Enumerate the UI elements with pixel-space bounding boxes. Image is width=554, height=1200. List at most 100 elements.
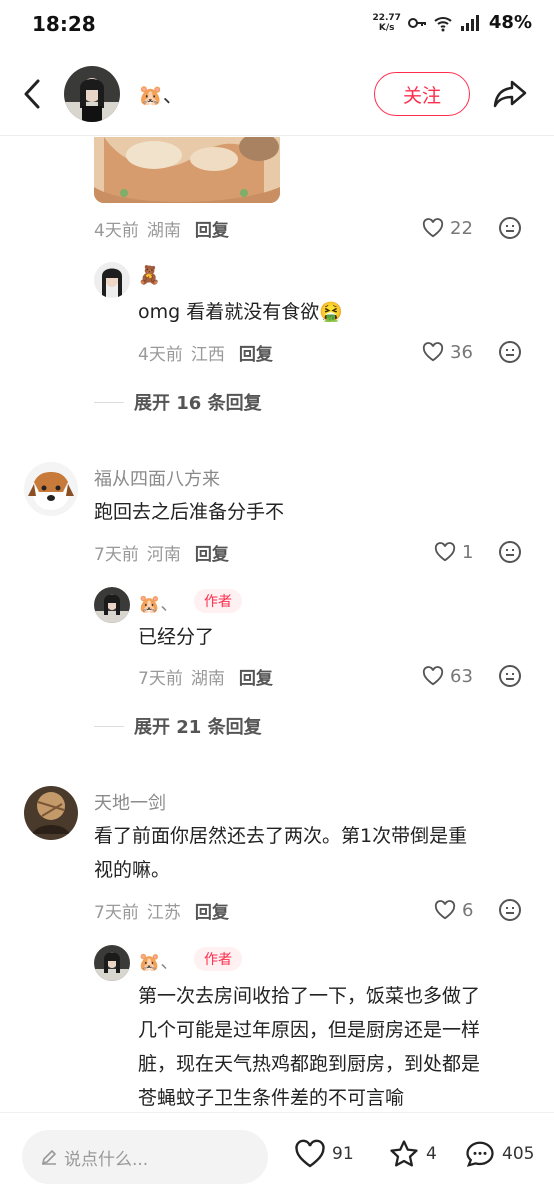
reply-username[interactable]: 🧸 <box>138 265 160 286</box>
like-button[interactable]: 1 <box>434 537 473 567</box>
like-button[interactable]: 36 <box>422 337 473 367</box>
author-avatar[interactable] <box>64 66 120 122</box>
share-button[interactable] <box>488 74 532 114</box>
comment-text-line: 视的嘛。 <box>94 859 171 881</box>
comment-input[interactable]: 说点什么... <box>22 1130 268 1184</box>
follow-button[interactable]: 关注 <box>374 72 470 116</box>
star-icon <box>390 1140 418 1167</box>
status-indicators: 22.77 K/s 48% <box>372 12 532 33</box>
comment-time: 7天前 <box>94 544 139 565</box>
comment-button[interactable]: 405 <box>464 1139 534 1169</box>
like-count: 6 <box>462 899 474 921</box>
top-nav: 🐹、 关注 <box>0 52 554 136</box>
like-button[interactable]: 6 <box>434 895 473 925</box>
avatar-image <box>94 262 130 298</box>
wifi-icon <box>434 16 452 31</box>
like-count: 36 <box>450 341 473 363</box>
divider <box>94 401 124 403</box>
reply-button[interactable]: 回复 <box>195 540 229 565</box>
collect-button[interactable]: 4 <box>388 1139 437 1169</box>
reply-button[interactable]: 回复 <box>239 664 273 689</box>
comment-location: 江苏 <box>146 902 181 923</box>
like-button[interactable]: 22 <box>422 213 473 243</box>
reply-text-line: 苍蝇蚊子卫生条件差的不可言喻 <box>138 1087 405 1109</box>
avatar-image <box>64 66 120 122</box>
comment-meta: 7天前 江苏 回复 <box>94 895 229 925</box>
comment-location: 湖南 <box>146 220 181 241</box>
reply-button[interactable]: 回复 <box>239 340 273 365</box>
chevron-left-icon <box>24 79 40 109</box>
back-button[interactable] <box>14 74 50 114</box>
avatar-image <box>94 945 130 981</box>
expand-replies-button[interactable]: 展开 21 条回复 <box>94 711 262 741</box>
heart-icon <box>434 900 456 920</box>
key-icon <box>407 17 426 28</box>
reply-meta: 4天前 江西 回复 <box>138 337 273 367</box>
bottom-action-bar: 说点什么... 91 4 405 <box>0 1112 554 1200</box>
reply-text: omg 看着就没有食欲🤮 <box>138 301 343 323</box>
reply-location: 湖南 <box>190 668 225 689</box>
avatar-image <box>94 587 130 623</box>
collect-count: 4 <box>426 1144 437 1164</box>
network-speed: 22.77 K/s <box>372 12 401 33</box>
food-photo <box>94 137 280 203</box>
author-name[interactable]: 🐹、 <box>138 79 183 108</box>
like-button[interactable]: 63 <box>422 661 473 691</box>
comment-count: 405 <box>502 1144 535 1164</box>
signal-icon <box>460 14 479 31</box>
emoji-reaction-icon[interactable] <box>498 664 522 688</box>
comment-location: 河南 <box>146 544 181 565</box>
reply-avatar[interactable] <box>94 587 130 623</box>
comments-list: 4天前 湖南 回复 22 🧸 omg 看着就没有食欲🤮 4天前 江西 回复 36… <box>0 137 554 1112</box>
commenter-avatar[interactable] <box>24 786 78 840</box>
like-post-button[interactable]: 91 <box>294 1139 354 1169</box>
like-count: 91 <box>332 1144 354 1164</box>
comment-meta: 7天前 河南 回复 <box>94 537 229 567</box>
comment-time: 7天前 <box>94 902 139 923</box>
emoji-reaction-icon[interactable] <box>498 540 522 564</box>
status-time: 18:28 <box>32 12 96 36</box>
reply-username[interactable]: 🐹、 <box>138 590 178 616</box>
comment-image[interactable] <box>94 137 280 203</box>
divider <box>94 725 124 727</box>
comment-meta: 4天前 湖南 回复 <box>94 213 229 243</box>
commenter-username[interactable]: 福从四面八方来 <box>94 465 220 491</box>
emoji-reaction-icon[interactable] <box>498 898 522 922</box>
reply-meta: 7天前 湖南 回复 <box>138 661 273 691</box>
comment-text: 跑回去之后准备分手不 <box>94 501 285 523</box>
avatar-image <box>24 786 78 840</box>
avatar-image <box>24 462 78 516</box>
reply-location: 江西 <box>190 344 225 365</box>
emoji-reaction-icon[interactable] <box>498 340 522 364</box>
reply-button[interactable]: 回复 <box>195 898 229 923</box>
author-badge: 作者 <box>194 947 242 971</box>
reply-text-line: 脏，现在天气热鸡都跑到厨房，到处都是 <box>138 1053 481 1075</box>
comment-text-line: 看了前面你居然还去了两次。第1次带倒是重 <box>94 825 468 847</box>
expand-replies-button[interactable]: 展开 16 条回复 <box>94 387 262 417</box>
reply-username[interactable]: 🐹、 <box>138 948 178 974</box>
heart-icon <box>422 218 444 238</box>
pencil-icon <box>42 1150 56 1165</box>
reply-text-line: 第一次去房间收拾了一下，饭菜也多做了 <box>138 985 481 1007</box>
heart-icon <box>422 666 444 686</box>
reply-avatar[interactable] <box>94 945 130 981</box>
emoji-reaction-icon[interactable] <box>498 216 522 240</box>
reply-text: 已经分了 <box>138 626 215 648</box>
status-bar: 18:28 22.77 K/s 48% <box>0 0 554 52</box>
reply-text-line: 几个可能是过年原因，但是厨房还是一样 <box>138 1019 481 1041</box>
reply-time: 7天前 <box>138 668 183 689</box>
like-count: 1 <box>462 541 474 563</box>
expand-replies-label: 展开 16 条回复 <box>134 393 262 414</box>
reply-button[interactable]: 回复 <box>195 216 229 241</box>
share-icon <box>493 80 527 108</box>
reply-avatar[interactable] <box>94 262 130 298</box>
comment-input-placeholder: 说点什么... <box>64 1149 149 1170</box>
expand-replies-label: 展开 21 条回复 <box>134 717 262 738</box>
comment-time: 4天前 <box>94 220 139 241</box>
author-badge: 作者 <box>194 589 242 613</box>
heart-icon <box>434 542 456 562</box>
comment-bubble-icon <box>466 1141 494 1167</box>
battery-level: 48% <box>488 12 532 33</box>
commenter-avatar[interactable] <box>24 462 78 516</box>
commenter-username[interactable]: 天地一剑 <box>94 789 166 815</box>
